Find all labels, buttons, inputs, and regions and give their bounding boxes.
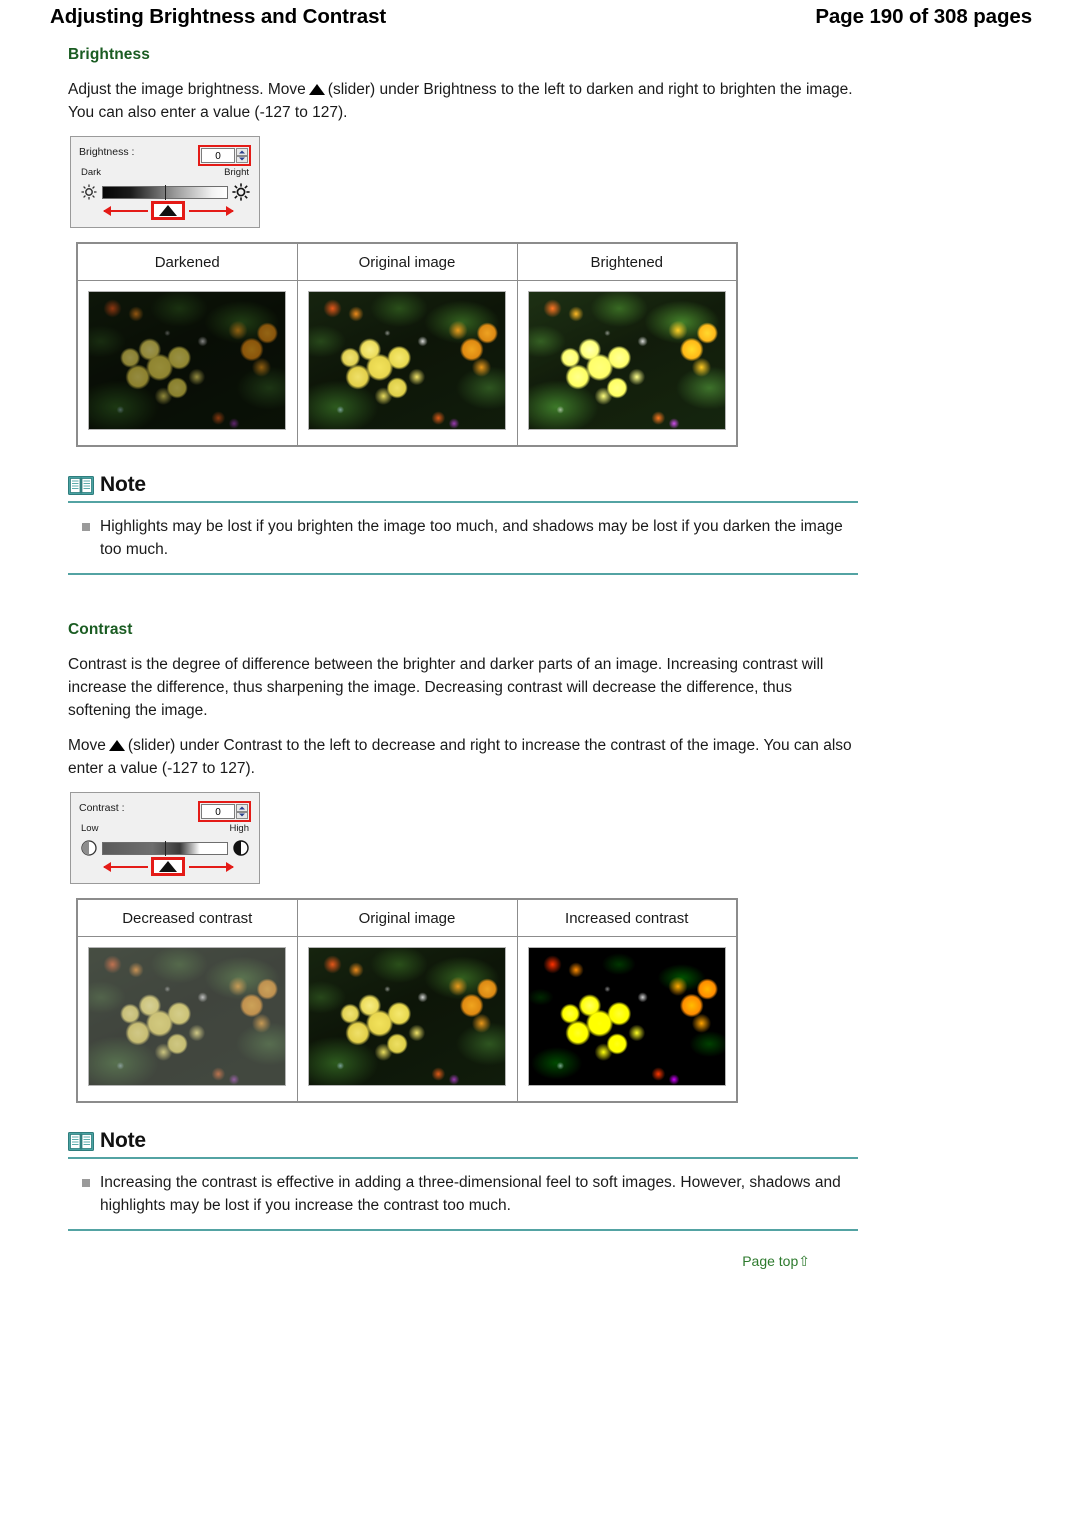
brightness-value-input[interactable]: 0	[201, 148, 235, 163]
brightness-endpoint-labels: Dark Bright	[79, 167, 251, 178]
brightness-comparison-table: Darkened Original image Brightened	[76, 242, 738, 447]
brightness-spinner[interactable]	[236, 148, 248, 163]
increased-contrast-flower-photo	[527, 947, 726, 1086]
brightness-note-text: Highlights may be lost if you brighten t…	[100, 518, 843, 558]
note-header: Note	[68, 473, 858, 497]
brightness-value-highlight-box: 0	[198, 145, 251, 166]
brightness-col-darkened-label: Darkened	[76, 242, 298, 281]
brightness-thumb-annotation	[79, 201, 251, 221]
brightness-description-part1: Adjust the image brightness. Move	[68, 81, 306, 98]
contrast-endpoint-labels: Low High	[79, 823, 251, 834]
contrast-description-1: Contrast is the degree of difference bet…	[68, 656, 824, 719]
brightness-left-label: Dark	[81, 167, 102, 178]
table-row-headers: Decreased contrast Original image Increa…	[76, 898, 738, 937]
brightness-heading: Brightness	[68, 46, 150, 63]
note-body: Increasing the contrast is effective in …	[68, 1159, 858, 1229]
page-content: Brightness Adjust the image brightness. …	[68, 46, 858, 1271]
brightness-slider-thumb-highlight[interactable]	[151, 201, 185, 220]
page-title: Adjusting Brightness and Contrast	[50, 5, 387, 28]
contrast-col-increased-label: Increased contrast	[516, 898, 738, 937]
brightness-note-block: Note Highlights may be lost if you brigh…	[68, 473, 858, 575]
brightness-col-original-label: Original image	[296, 242, 518, 281]
brightness-slider-row[interactable]	[79, 181, 251, 203]
brightness-right-label: Bright	[224, 167, 249, 178]
page-header: Adjusting Brightness and Contrast Page 1…	[0, 0, 1080, 34]
brightened-flower-photo	[527, 291, 726, 430]
contrast-left-label: Low	[81, 823, 99, 834]
contrast-right-label: High	[229, 823, 249, 834]
contrast-description-2-part1: Move	[68, 737, 106, 754]
contrast-description-2-part2: (slider) under Contrast to the left to d…	[68, 737, 852, 777]
contrast-note-block: Note Increasing the contrast is effectiv…	[68, 1129, 858, 1231]
original-flower-photo	[308, 947, 506, 1086]
low-contrast-icon	[79, 838, 99, 858]
contrast-control-row-label: Contrast : 0	[79, 801, 251, 822]
spinner-down-icon[interactable]	[236, 811, 248, 819]
contrast-slider-track[interactable]	[102, 840, 228, 856]
book-icon	[68, 1131, 94, 1152]
contrast-value-input[interactable]: 0	[201, 804, 235, 819]
contrast-control-panel[interactable]: Contrast : 0 Low High	[70, 792, 260, 884]
slider-thumb-triangle-icon[interactable]	[159, 205, 177, 216]
original-flower-photo	[308, 291, 506, 430]
contrast-comparison-table: Decreased contrast Original image Increa…	[76, 898, 738, 1103]
document-page: Adjusting Brightness and Contrast Page 1…	[0, 0, 1080, 1527]
table-row-headers: Darkened Original image Brightened	[76, 242, 738, 281]
note-title: Note	[100, 1129, 146, 1152]
slider-triangle-icon	[308, 84, 325, 95]
spinner-up-icon[interactable]	[236, 148, 248, 156]
contrast-description-2: Move (slider) under Contrast to the left …	[68, 734, 858, 780]
contrast-control-label: Contrast :	[79, 802, 125, 814]
brightness-control-row-label: Brightness : 0	[79, 145, 251, 166]
note-title: Note	[100, 473, 146, 496]
note-bullet-icon	[82, 523, 90, 531]
table-row-images	[76, 936, 738, 1103]
contrast-value-highlight-box: 0	[198, 801, 251, 822]
brightness-col-brightened-label: Brightened	[516, 242, 738, 281]
dim-sun-icon	[79, 182, 99, 202]
note-body: Highlights may be lost if you brighten t…	[68, 503, 858, 573]
note-bottom-rule	[68, 573, 858, 575]
bright-sun-icon	[231, 182, 251, 202]
brightness-control-panel[interactable]: Brightness : 0 Dark Bright	[70, 136, 260, 228]
contrast-col-decreased-label: Decreased contrast	[76, 898, 298, 937]
note-bullet-icon	[82, 1179, 90, 1187]
book-icon	[68, 475, 94, 496]
up-arrow-icon: ⇧	[798, 1253, 810, 1269]
slider-thumb-triangle-icon[interactable]	[159, 861, 177, 872]
darkened-flower-photo	[88, 291, 287, 430]
contrast-heading: Contrast	[68, 621, 133, 638]
table-row-images	[76, 280, 738, 447]
contrast-spinner[interactable]	[236, 804, 248, 819]
high-contrast-icon	[231, 838, 251, 858]
note-header: Note	[68, 1129, 858, 1153]
spinner-up-icon[interactable]	[236, 804, 248, 812]
spinner-down-icon[interactable]	[236, 155, 248, 163]
note-bottom-rule	[68, 1229, 858, 1231]
contrast-slider-row[interactable]	[79, 837, 251, 859]
decreased-contrast-flower-photo	[88, 947, 287, 1086]
contrast-thumb-annotation	[79, 857, 251, 877]
page-top-link[interactable]: Page top⇧	[742, 1253, 810, 1269]
contrast-slider-thumb-highlight[interactable]	[151, 857, 185, 876]
page-top-container: Page top⇧	[68, 1253, 858, 1271]
contrast-note-text: Increasing the contrast is effective in …	[100, 1174, 841, 1214]
brightness-slider-track[interactable]	[102, 184, 228, 200]
page-top-label: Page top	[742, 1253, 799, 1269]
brightness-description: Adjust the image brightness. Move (slider…	[68, 78, 858, 124]
slider-triangle-icon	[108, 740, 125, 751]
contrast-col-original-label: Original image	[296, 898, 518, 937]
page-indicator: Page 190 of 308 pages	[815, 5, 1032, 28]
brightness-control-label: Brightness :	[79, 146, 135, 158]
